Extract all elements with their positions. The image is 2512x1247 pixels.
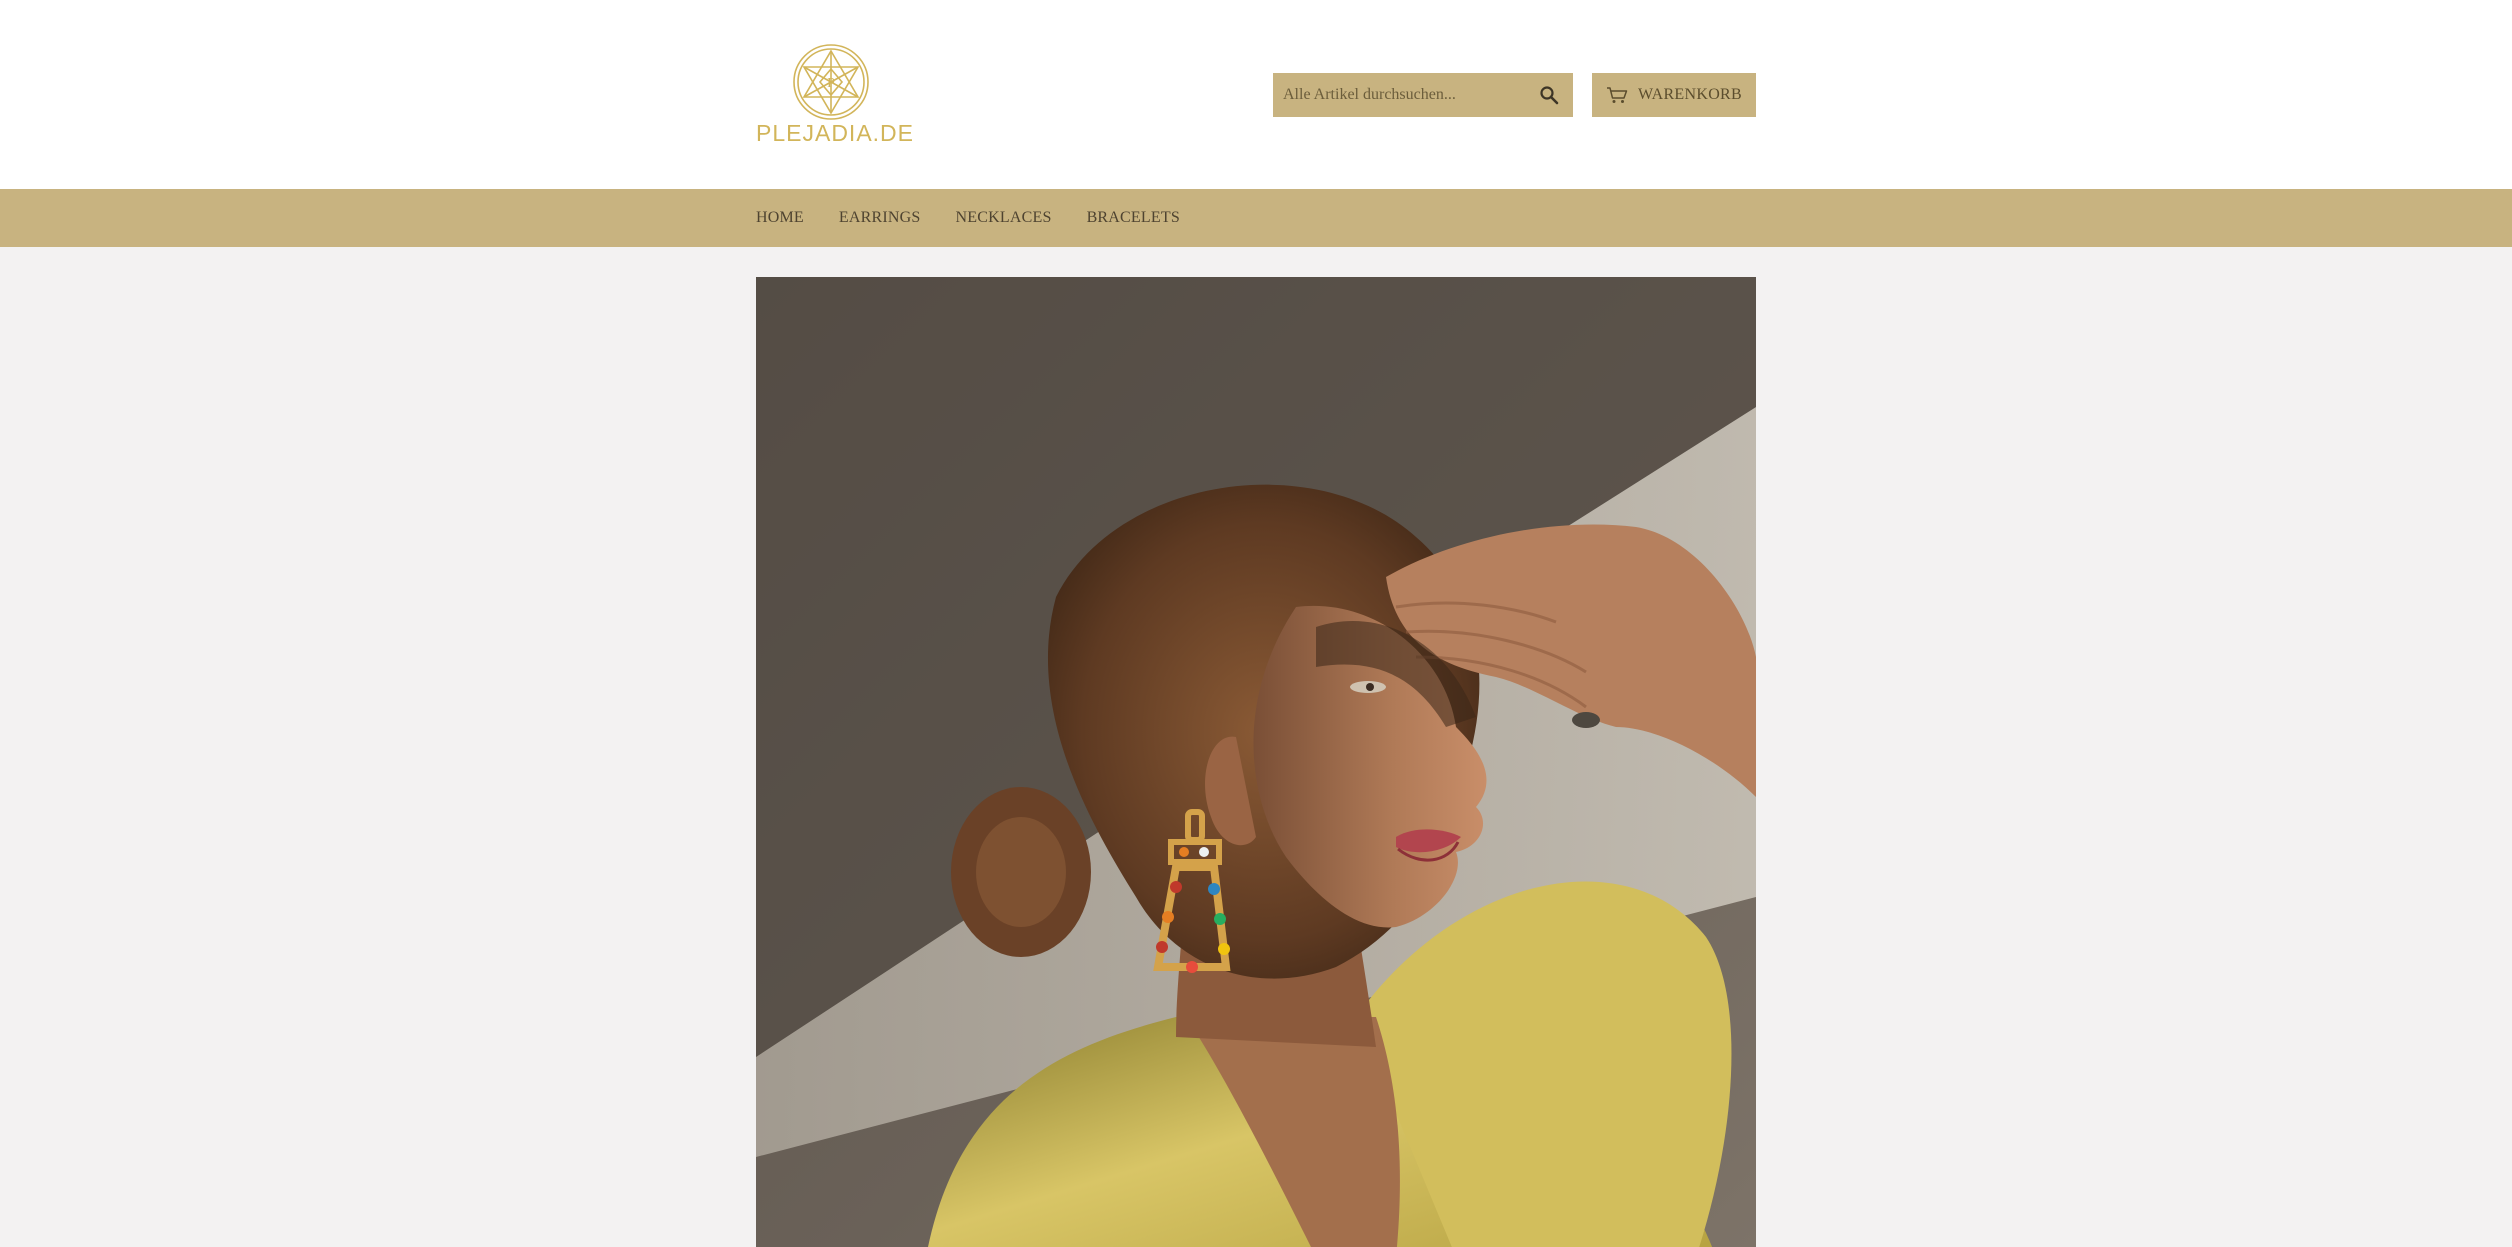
hero-image[interactable] (756, 277, 1756, 1247)
search-button[interactable] (1525, 73, 1573, 117)
svg-text:P: P (827, 76, 835, 91)
nav-item-earrings: EARRINGS (839, 209, 956, 227)
logo-text: PLEJADIA.DE (756, 120, 914, 146)
search-icon (1540, 86, 1559, 105)
nav-list: HOME EARRINGS NECKLACES BRACELETS (756, 189, 1215, 247)
nav-item-necklaces: NECKLACES (956, 209, 1087, 227)
nav-link-necklaces[interactable]: NECKLACES (956, 209, 1052, 227)
site-header: P PLEJADIA.DE WARENKORB (0, 0, 2512, 189)
main-navigation: HOME EARRINGS NECKLACES BRACELETS (0, 189, 2512, 247)
nav-item-home: HOME (756, 209, 839, 227)
nav-link-earrings[interactable]: EARRINGS (839, 209, 921, 227)
cart-button[interactable]: WARENKORB (1592, 73, 1756, 117)
hero-photo-woman-earring (756, 277, 1756, 1247)
nav-item-bracelets: BRACELETS (1087, 209, 1215, 227)
cart-label: WARENKORB (1637, 86, 1743, 103)
search-form (1273, 73, 1573, 117)
logo-link[interactable]: P PLEJADIA.DE (756, 42, 914, 148)
nav-link-home[interactable]: HOME (756, 209, 804, 227)
header-inner: P PLEJADIA.DE WARENKORB (756, 0, 1756, 189)
search-input[interactable] (1273, 73, 1525, 117)
nav-link-bracelets[interactable]: BRACELETS (1087, 209, 1180, 227)
star-of-david-emblem-icon: P (793, 44, 869, 120)
shopping-cart-icon (1606, 87, 1628, 103)
